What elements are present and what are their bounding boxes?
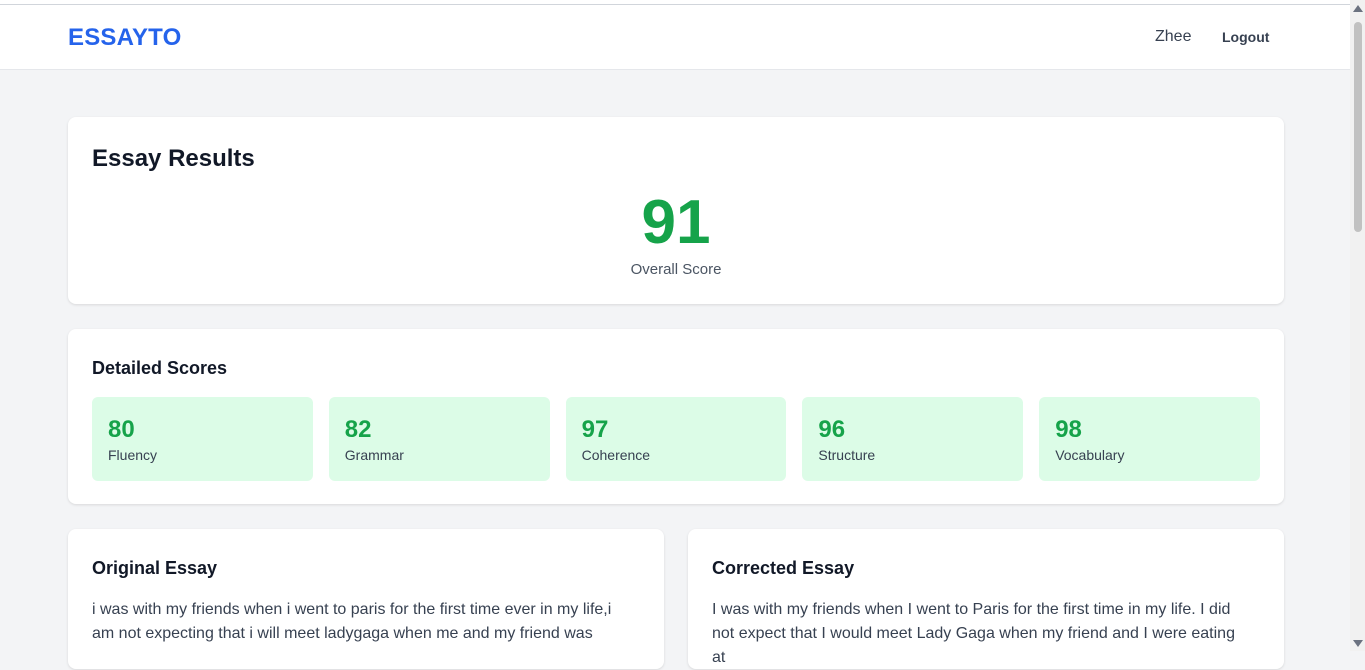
navbar: ESSAYTO Zhee Logout [0, 5, 1350, 70]
score-grid: 80 Fluency 82 Grammar 97 Coherence 96 St… [92, 397, 1260, 481]
scroll-down-arrow-icon[interactable] [1353, 640, 1363, 647]
corrected-essay-text: I was with my friends when I went to Par… [712, 601, 1235, 666]
corrected-essay-card: Corrected Essay I was with my friends wh… [688, 529, 1284, 669]
corrected-essay-title: Corrected Essay [712, 558, 855, 578]
original-essay-title: Original Essay [92, 558, 218, 578]
score-label: Coherence [581, 447, 651, 463]
score-value: 80 [108, 416, 135, 443]
essay-results-card: Essay Results 91 Overall Score [68, 117, 1284, 304]
score-card-coherence: 97 Coherence [565, 397, 787, 481]
scrollbar-thumb[interactable] [1354, 22, 1362, 232]
score-label: Vocabulary [1055, 447, 1125, 463]
original-essay-text: i was with my friends when i went to par… [92, 601, 612, 642]
vertical-scrollbar[interactable] [1350, 0, 1365, 651]
brand-logo[interactable]: ESSAYTO [68, 24, 181, 52]
score-card-structure: 96 Structure [802, 397, 1024, 481]
overall-score-label: Overall Score [630, 261, 722, 278]
detailed-scores-card: Detailed Scores 80 Fluency 82 Grammar 97… [68, 329, 1284, 504]
scroll-up-arrow-icon[interactable] [1353, 5, 1363, 12]
score-value: 96 [818, 416, 846, 443]
user-name: Zhee [1155, 28, 1192, 45]
score-value: 98 [1055, 416, 1082, 443]
detailed-scores-title: Detailed Scores [92, 358, 228, 378]
overall-score-value: 91 [641, 188, 711, 257]
score-card-vocabulary: 98 Vocabulary [1039, 397, 1260, 481]
score-card-fluency: 80 Fluency [92, 397, 313, 481]
score-label: Structure [818, 447, 876, 463]
score-card-grammar: 82 Grammar [328, 397, 550, 481]
score-label: Grammar [344, 447, 404, 463]
score-value: 97 [581, 416, 609, 443]
page-title: Essay Results [92, 145, 255, 172]
score-label: Fluency [108, 447, 158, 463]
original-essay-card: Original Essay i was with my friends whe… [68, 529, 664, 669]
score-value: 82 [344, 416, 372, 443]
logout-button[interactable]: Logout [1222, 29, 1269, 45]
